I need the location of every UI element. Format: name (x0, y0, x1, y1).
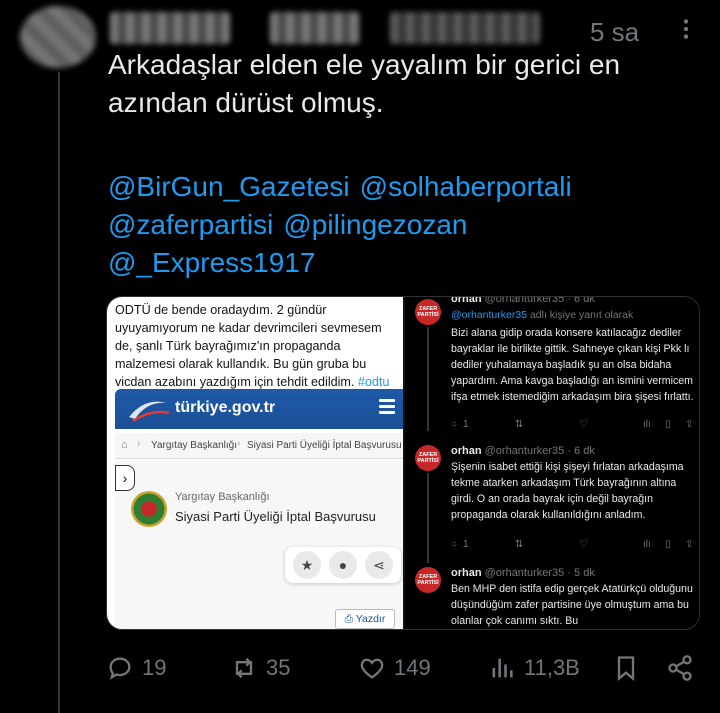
media-image-left[interactable]: ODTÜ de bende oradaydım. 2 gündür uyuyam… (107, 297, 403, 629)
left-post-body: ODTÜ de bende oradaydım. 2 gündür uyuyam… (115, 303, 382, 389)
reply-button[interactable]: 19 (106, 648, 166, 688)
card-actions: ★ ● ⋖ (285, 547, 401, 583)
bookmark-icon: ▯ (665, 419, 671, 430)
reply-3-handle: @orhanturker35 · 5 dk (484, 567, 595, 579)
reply-icon: ○ (451, 419, 458, 430)
print-icon: ⎙ (344, 613, 354, 625)
bookmark-button[interactable] (612, 648, 640, 688)
blurred-display-name[interactable] (110, 12, 230, 44)
retweet-icon: ⇅ (515, 539, 524, 550)
reply-1-count: 1 (463, 419, 469, 430)
reply-3-name: orhan (451, 567, 482, 579)
zafer-avatar: ZAFER PARTİSİ (415, 299, 441, 325)
avatar-text: ZAFER PARTİSİ (417, 306, 439, 318)
breadcrumb: ⌂ › Yargıtay Başkanlığı › Siyasi Parti Ü… (115, 433, 403, 459)
like-icon: ♡ (579, 419, 588, 430)
mention-solhaber[interactable]: @solhaberportali (360, 171, 572, 202)
mention-zaferpartisi[interactable]: @zaferpartisi (108, 209, 273, 240)
gov-swoosh-icon (129, 401, 170, 423)
gov-header: türkiye.gov.tr (115, 389, 403, 429)
blurred-handle[interactable] (270, 12, 360, 44)
application-title: Siyasi Parti Üyeliği İptal Başvurusu (175, 509, 376, 524)
comment-icon: ● (329, 551, 357, 579)
views-button[interactable]: 11,3B (488, 648, 580, 688)
breadcrumb-separator: › (237, 438, 241, 449)
media-image-right[interactable]: ZAFER PARTİSİ orhan @orhanturker35 · 6 d… (405, 296, 699, 629)
share-icon: ⇪ (685, 419, 694, 430)
tweet-time[interactable]: 5 sa (590, 17, 639, 48)
reply-thread-line (427, 327, 429, 431)
gov-logo: türkiye.gov.tr (175, 399, 276, 416)
replying-mention: @orhanturker35 (451, 309, 528, 321)
like-count: 149 (394, 655, 431, 680)
reply-2-text: Şişenin isabet ettiği kişi şişeyi fırlat… (451, 461, 684, 521)
more-icon[interactable] (673, 16, 699, 42)
reply-1-actions: ○ 1 ⇅ ♡ ılı ▯ ⇪ (451, 419, 699, 433)
zafer-avatar: ZAFER PARTİSİ (415, 567, 441, 593)
chevron-right-icon: › (115, 465, 135, 491)
reply-3-header: orhan @orhanturker35 · 5 dk (451, 567, 595, 579)
reply-thread-line (427, 473, 429, 563)
blurred-handle-extra (390, 12, 540, 44)
home-icon: ⌂ (121, 439, 128, 451)
reply-icon: ○ (451, 539, 458, 550)
reply-1-text: Bizi alana gidip orada konsere katılacağ… (451, 327, 694, 403)
mentions: @BirGun_Gazetesi @solhaberportali @zaferp… (108, 168, 698, 282)
share-icon (668, 655, 692, 681)
reply-icon (109, 657, 131, 680)
retweet-button[interactable]: 35 (230, 648, 290, 688)
reply-3-text: Ben MHP den istifa edip gerçek Atatürkçü… (451, 583, 693, 627)
print-label: Yazdır (355, 613, 386, 625)
retweet-icon: ⇅ (515, 419, 524, 430)
share-button[interactable] (666, 648, 694, 688)
star-icon: ★ (293, 551, 321, 579)
reply-2-name: orhan (451, 445, 482, 457)
thread-line (58, 72, 60, 713)
breadcrumb-item-basvuru: Siyasi Parti Üyeliği İptal Başvurusu (247, 440, 402, 451)
tweet-action-bar: 19 35 149 11,3B (106, 648, 706, 688)
author-avatar[interactable] (20, 6, 96, 68)
views-icon (492, 658, 513, 678)
reply-1-name: orhan (451, 296, 482, 305)
mention-pilingezozan[interactable]: @pilingezozan (283, 209, 467, 240)
like-icon (360, 658, 384, 679)
hashtag-odtu: #odtu (357, 375, 390, 389)
retweet-icon (235, 657, 253, 679)
views-count: 11,3B (524, 655, 580, 680)
yargitay-seal-icon (131, 491, 167, 527)
mention-express1917[interactable]: @_Express1917 (108, 247, 315, 278)
avatar-text: ZAFER PARTİSİ (417, 574, 439, 586)
media-attachment[interactable]: ODTÜ de bende oradaydım. 2 gündür uyuyam… (106, 296, 700, 630)
tweet-header: 5 sa (110, 8, 710, 47)
like-button[interactable]: 149 (358, 648, 431, 688)
left-post-text: ODTÜ de bende oradaydım. 2 gündür uyuyam… (115, 301, 401, 391)
views-icon: ılı (643, 539, 651, 550)
bookmark-icon: ▯ (665, 539, 671, 550)
replying-to: @orhanturker35 adlı kişiye yanıt olarak (451, 309, 633, 321)
reply-2-header: orhan @orhanturker35 · 6 dk (451, 445, 595, 457)
institution-name: Yargıtay Başkanlığı (175, 491, 270, 503)
mention-birgun[interactable]: @BirGun_Gazetesi (108, 171, 350, 202)
avatar-text: ZAFER PARTİSİ (417, 452, 439, 464)
retweet-count: 35 (266, 655, 291, 680)
views-icon: ılı (643, 419, 651, 430)
reply-1-header: orhan @orhanturker35 · 6 dk (451, 296, 595, 305)
zafer-avatar: ZAFER PARTİSİ (415, 445, 441, 471)
reply-1-handle: @orhanturker35 · 6 dk (484, 296, 595, 305)
replying-suffix: adlı kişiye yanıt olarak (527, 309, 634, 321)
print-button: ⎙ Yazdır (335, 609, 395, 629)
share-icon: ⇪ (685, 539, 694, 550)
share-node-icon: ⋖ (365, 551, 393, 579)
reply-2-count: 1 (463, 539, 469, 550)
like-icon: ♡ (579, 539, 588, 550)
reply-count: 19 (142, 655, 167, 680)
service-card: › Yargıtay Başkanlığı Siyasi Parti Üyeli… (115, 461, 403, 629)
tweet-text: Arkadaşlar elden ele yayalım bir gerici … (108, 49, 621, 118)
hamburger-menu-icon (379, 399, 395, 415)
reply-2-handle: @orhanturker35 · 6 dk (484, 445, 595, 457)
breadcrumb-separator: › (137, 438, 141, 449)
breadcrumb-item-yargitay: Yargıtay Başkanlığı (151, 440, 237, 451)
bookmark-icon (617, 656, 635, 681)
reply-2-actions: ○ 1 ⇅ ♡ ılı ▯ ⇪ (451, 539, 699, 553)
